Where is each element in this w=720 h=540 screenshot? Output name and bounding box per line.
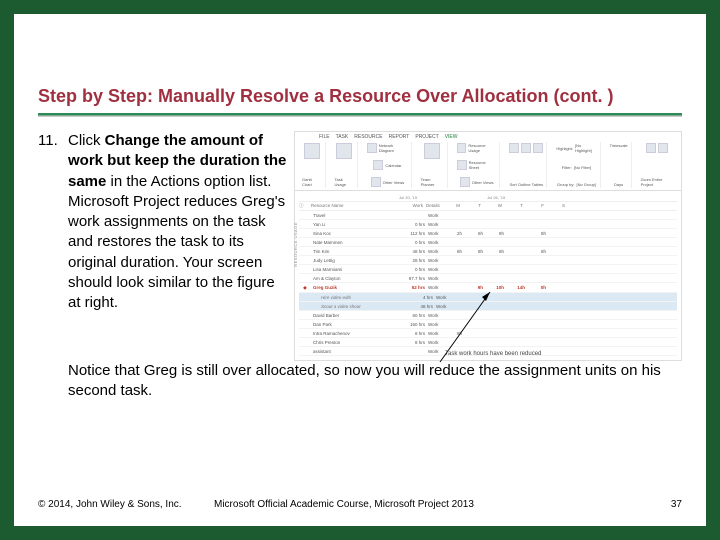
task-usage-label: Task Usage — [335, 177, 355, 187]
ribbon-group-filters: Highlight:[No Highlight] Filter:[No Filt… — [553, 142, 600, 188]
h-name: Resource Name — [311, 203, 399, 209]
table-row: Sina Koc112 hrsWork2h6h8h8h — [299, 229, 677, 238]
tab-view: VIEW — [445, 134, 458, 140]
h-det: Details — [426, 203, 448, 209]
calendar-icon — [373, 160, 383, 170]
step-number: 11. — [38, 131, 68, 313]
slide-content: Step by Step: Manually Resolve a Resourc… — [14, 14, 706, 402]
network-icon — [367, 143, 377, 153]
table-row: Dan Park160 hrsWork — [299, 320, 677, 329]
gantt-icon — [304, 143, 320, 159]
usage-grid: Jul 20, '15 Jul 26, '15 ⓘ Resource Name … — [295, 191, 681, 360]
ribbon-group-timescale: Timescale Days — [607, 142, 632, 188]
step-post: in the Actions option list. Microsoft Pr… — [68, 173, 285, 312]
ribbon-tabs: FILE TASK RESOURCE REPORT PROJECT VIEW — [295, 132, 681, 140]
ribbon-group-team: Team Planner — [418, 142, 448, 188]
table-row: Judy Lettig28 hrsWork — [299, 256, 677, 265]
zoom-label: Zoom Entire Project — [641, 177, 674, 187]
table-row: Am & Clayton97.7 hrsWork — [299, 274, 677, 283]
tab-file: FILE — [319, 134, 330, 140]
screenshot-figure: FILE TASK RESOURCE REPORT PROJECT VIEW G… — [294, 131, 682, 361]
other2-icon — [460, 177, 470, 187]
side-label: RESOURCE USAGE — [293, 222, 298, 267]
ribbon-group-resource: Resource Usage Resource Sheet Other View… — [454, 142, 500, 188]
date2: Jul 26, '15 — [487, 195, 505, 200]
tables-icon — [533, 143, 543, 153]
table-row: David Barber60 hrsWork — [299, 311, 677, 320]
task-usage-icon — [336, 143, 352, 159]
tab-project: PROJECT — [415, 134, 438, 140]
table-row: Yan Li0 hrsWork — [299, 220, 677, 229]
ribbon-group-taskusage: Task Usage — [332, 142, 359, 188]
table-row: TravelWork — [299, 211, 677, 220]
table-row: Lisa Marmiami0 hrsWork — [299, 265, 677, 274]
sort-icon — [509, 143, 519, 153]
ribbon: Gantt Chart Task Usage Network Diagram C… — [295, 140, 681, 191]
table-row: Hire video editi4 hrsWork — [299, 293, 677, 302]
outline-icon — [521, 143, 531, 153]
gantt-label: Gantt Chart — [302, 177, 322, 187]
ribbon-group-network: Network Diagram Calendar Other Views — [364, 142, 411, 188]
slide: Step by Step: Manually Resolve a Resourc… — [0, 0, 720, 540]
footer: © 2014, John Wiley & Sons, Inc. Microsof… — [38, 499, 682, 510]
ribbon-group-zoom: Zoom Entire Project — [638, 142, 677, 188]
title-underline — [38, 113, 682, 117]
course-name: Microsoft Official Academic Course, Micr… — [214, 499, 474, 510]
other-icon — [371, 177, 381, 187]
tab-report: REPORT — [389, 134, 410, 140]
h-work: Work — [399, 203, 426, 209]
step-column: 11. Click Change the amount of work but … — [38, 131, 288, 313]
table-row: Scout a video shoot48 hrsWork — [299, 302, 677, 311]
table-row: Nate Mammen0 hrsWork — [299, 238, 677, 247]
data-rows: TravelWorkYan Li0 hrsWorkSina Koc112 hrs… — [299, 211, 677, 356]
step-continuation: Notice that Greg is still over allocated… — [68, 361, 682, 402]
header-row: ⓘ Resource Name Work Details M T W T F S — [299, 202, 677, 211]
table-row: Chris Preston8 hrsWork — [299, 338, 677, 347]
table-row: ◆Greg Guzik52 hrsWork9h10h14h0h — [299, 283, 677, 293]
h-days: M T W T F S — [448, 203, 677, 209]
table-row: Intra Ramachenov8 hrsWork8h — [299, 329, 677, 338]
content-row: 11. Click Change the amount of work but … — [38, 131, 682, 361]
tab-resource: RESOURCE — [354, 134, 382, 140]
page-number: 37 — [671, 499, 682, 510]
tab-task: TASK — [336, 134, 349, 140]
ressheet-icon — [457, 160, 467, 170]
h-info: ⓘ — [299, 203, 311, 209]
step-text: Click Change the amount of work but keep… — [68, 131, 288, 313]
sort-label: Sort Outline Tables — [509, 182, 543, 187]
team-icon — [424, 143, 440, 159]
zoom-icon — [646, 143, 656, 153]
ribbon-group-sort: Sort Outline Tables — [506, 142, 547, 188]
figure-caption: Task work hours have been reduced — [445, 351, 541, 357]
entire-icon — [658, 143, 668, 153]
ribbon-group-gantt: Gantt Chart — [299, 142, 326, 188]
team-label: Team Planner — [421, 177, 444, 187]
slide-title: Step by Step: Manually Resolve a Resourc… — [38, 86, 682, 107]
date1: Jul 20, '15 — [399, 195, 417, 200]
table-row: Tim Kim48 hrsWork8h8h8h8h — [299, 247, 677, 256]
copyright: © 2014, John Wiley & Sons, Inc. — [38, 499, 182, 510]
date-row: Jul 20, '15 Jul 26, '15 — [299, 195, 677, 202]
resusage-icon — [457, 143, 467, 153]
step-pre: Click — [68, 132, 105, 149]
